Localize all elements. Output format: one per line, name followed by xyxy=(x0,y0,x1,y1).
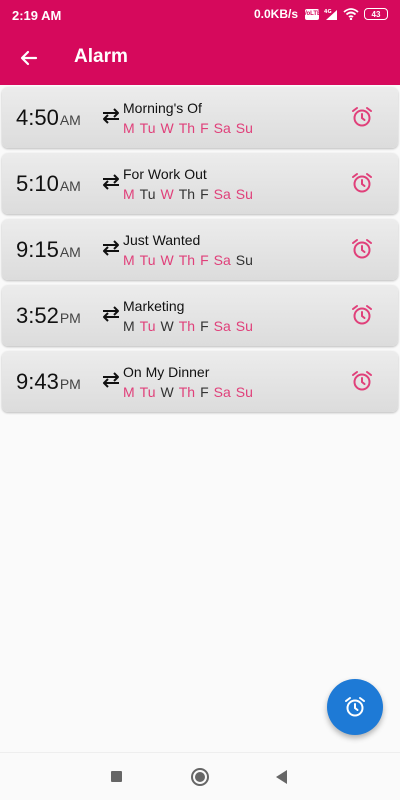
day-su: Su xyxy=(235,318,253,334)
arrow-left-icon xyxy=(20,50,38,66)
day-su: Su xyxy=(235,252,253,268)
alarm-days: M Tu W Th F Sa Su xyxy=(123,186,253,202)
alarm-days: M Tu W Th F Sa Su xyxy=(123,252,253,268)
alarm-add-icon xyxy=(345,697,365,717)
alarm-clock-icon[interactable] xyxy=(350,171,374,195)
day-m: M xyxy=(123,384,135,400)
svg-text:4G: 4G xyxy=(324,9,332,15)
back-button[interactable] xyxy=(14,43,44,73)
alarm-item[interactable]: 9:15AM Just Wanted M Tu W Th F Sa Su xyxy=(2,219,398,280)
alarm-time-value: 9:43 xyxy=(16,369,59,394)
day-tu: Tu xyxy=(139,384,156,400)
day-tu: Tu xyxy=(139,318,156,334)
day-sa: Sa xyxy=(213,252,231,268)
day-w: W xyxy=(160,252,174,268)
wifi-icon xyxy=(343,8,359,20)
alarm-time-value: 4:50 xyxy=(16,105,59,130)
day-su: Su xyxy=(235,120,253,136)
day-sa: Sa xyxy=(213,318,231,334)
day-f: F xyxy=(200,252,209,268)
alarm-days: M Tu W Th F Sa Su xyxy=(123,318,253,334)
day-tu: Tu xyxy=(139,186,156,202)
app-bar: Alarm xyxy=(0,30,400,85)
alarm-clock-icon[interactable] xyxy=(350,369,374,393)
repeat-icon xyxy=(100,304,122,324)
alarm-item[interactable]: 4:50AM Morning's Of M Tu W Th F Sa Su xyxy=(2,87,398,148)
day-m: M xyxy=(123,186,135,202)
network-speed: 0.0KB/s xyxy=(253,7,298,21)
repeat-icon xyxy=(100,172,122,192)
day-f: F xyxy=(200,318,209,334)
day-m: M xyxy=(123,120,135,136)
status-time: 2:19 AM xyxy=(12,8,62,23)
day-f: F xyxy=(200,120,209,136)
day-w: W xyxy=(160,384,174,400)
triangle-back-icon[interactable] xyxy=(276,770,287,784)
status-bar: 2:19 AM 0.0KB/s VoLTE 4G 43 xyxy=(0,0,400,30)
alarm-clock-icon[interactable] xyxy=(350,105,374,129)
alarm-time-value: 5:10 xyxy=(16,171,59,196)
day-sa: Sa xyxy=(213,120,231,136)
page-title: Alarm xyxy=(74,46,128,67)
alarm-item[interactable]: 3:52PM Marketing M Tu W Th F Sa Su xyxy=(2,285,398,346)
alarm-time: 5:10AM xyxy=(16,171,81,197)
day-f: F xyxy=(200,186,209,202)
add-alarm-button[interactable] xyxy=(327,679,383,735)
alarm-ampm: PM xyxy=(59,376,81,392)
alarm-label: For Work Out xyxy=(123,166,207,182)
alarm-ampm: PM xyxy=(59,310,81,326)
day-m: M xyxy=(123,252,135,268)
alarm-ampm: AM xyxy=(59,112,81,128)
alarm-days: M Tu W Th F Sa Su xyxy=(123,120,253,136)
repeat-icon xyxy=(100,106,122,126)
alarm-item[interactable]: 9:43PM On My Dinner M Tu W Th F Sa Su xyxy=(2,351,398,412)
alarm-time-value: 9:15 xyxy=(16,237,59,262)
alarm-ampm: AM xyxy=(59,178,81,194)
day-th: Th xyxy=(178,384,196,400)
alarm-label: Marketing xyxy=(123,298,185,314)
day-w: W xyxy=(160,318,174,334)
alarm-time: 4:50AM xyxy=(16,105,81,131)
day-sa: Sa xyxy=(213,384,231,400)
day-w: W xyxy=(160,186,174,202)
day-th: Th xyxy=(178,252,196,268)
alarm-label: Morning's Of xyxy=(123,100,202,116)
alarm-time: 9:43PM xyxy=(16,369,81,395)
system-nav-bar xyxy=(0,752,400,800)
alarm-clock-icon[interactable] xyxy=(350,303,374,327)
day-tu: Tu xyxy=(139,252,156,268)
alarm-time: 3:52PM xyxy=(16,303,81,329)
square-icon[interactable] xyxy=(111,771,122,782)
day-w: W xyxy=(160,120,174,136)
alarm-days: M Tu W Th F Sa Su xyxy=(123,384,253,400)
alarm-time: 9:15AM xyxy=(16,237,81,263)
repeat-icon xyxy=(100,238,122,258)
day-th: Th xyxy=(178,186,196,202)
home-circle-icon[interactable] xyxy=(191,768,209,786)
day-th: Th xyxy=(178,120,196,136)
day-tu: Tu xyxy=(139,120,156,136)
day-th: Th xyxy=(178,318,196,334)
alarm-clock-icon[interactable] xyxy=(350,237,374,261)
alarm-label: Just Wanted xyxy=(123,232,201,248)
alarm-time-value: 3:52 xyxy=(16,303,59,328)
day-su: Su xyxy=(235,186,253,202)
signal-icon: 4G xyxy=(324,9,337,20)
day-m: M xyxy=(123,318,135,334)
battery-icon: 43 xyxy=(364,8,388,20)
alarm-list: 4:50AM Morning's Of M Tu W Th F Sa Su 5:10AM For W… xyxy=(2,87,398,417)
alarm-ampm: AM xyxy=(59,244,81,260)
alarm-label: On My Dinner xyxy=(123,364,210,380)
volte-icon: VoLTE xyxy=(303,8,321,20)
status-indicators: 0.0KB/s VoLTE 4G 43 xyxy=(254,7,388,21)
repeat-icon xyxy=(100,370,122,390)
alarm-item[interactable]: 5:10AM For Work Out M Tu W Th F Sa Su xyxy=(2,153,398,214)
day-f: F xyxy=(200,384,209,400)
day-sa: Sa xyxy=(213,186,231,202)
day-su: Su xyxy=(235,384,253,400)
